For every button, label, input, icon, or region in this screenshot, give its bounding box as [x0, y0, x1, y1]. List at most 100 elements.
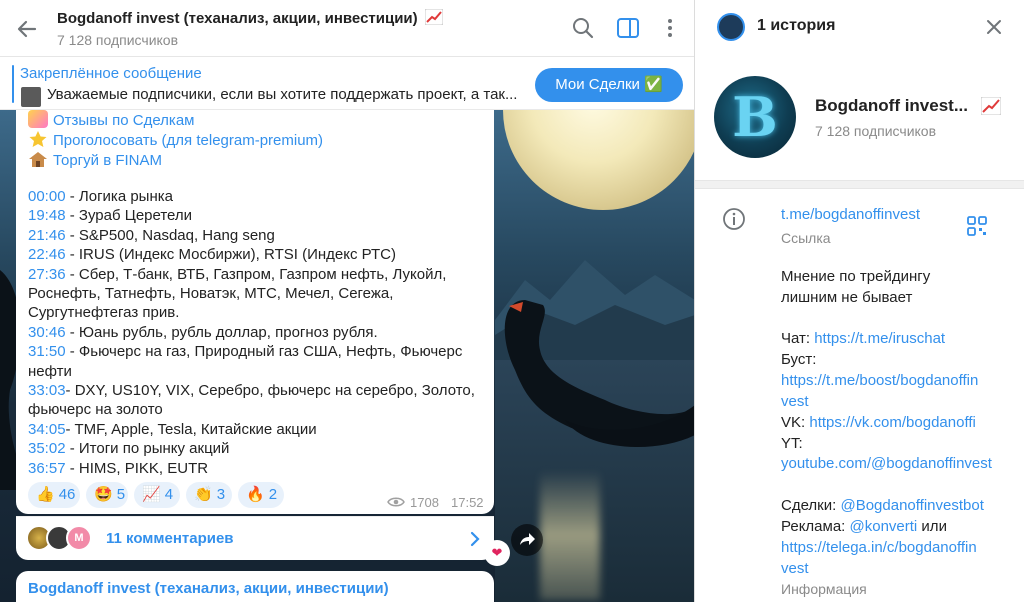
reaction-thumbs-up[interactable]: 👍 46	[28, 482, 80, 508]
info-line: VK: https://vk.com/bogdanoffi	[781, 414, 976, 431]
info-line-link[interactable]: vest	[781, 393, 809, 410]
timecode-link[interactable]: 31:50	[28, 343, 66, 360]
info-line: Чат: https://t.me/iruschat	[781, 330, 945, 347]
chevron-right-icon	[470, 531, 480, 547]
timecode-text: Роснефть, Татнефть, Новатэк, МТС, Мечел,…	[28, 285, 394, 302]
timecode-link[interactable]: 00:00	[28, 188, 66, 205]
timecode-link[interactable]: 36:57	[28, 460, 66, 477]
timecode-line: 33:03- DXY, US10Y, VIX, Серебро, фьючерс…	[28, 382, 475, 399]
qr-code-icon[interactable]	[967, 216, 987, 236]
timecode-separator: -	[65, 265, 79, 283]
chat-subscribers: 7 128 подписчиков	[57, 32, 179, 48]
story-avatar[interactable]	[717, 13, 745, 41]
link-row-reviews[interactable]: Отзывы по Сделкам	[28, 110, 194, 129]
timecode-link[interactable]: 27:36	[28, 266, 66, 283]
reaction-count: 46	[58, 486, 76, 503]
info-line-link[interactable]: https://t.me/boost/bogdanoffin	[781, 372, 978, 389]
info-line-link[interactable]: https://telega.in/c/bogdanoffin	[781, 539, 977, 556]
reaction-count: 2	[268, 486, 278, 503]
comments-bar[interactable]: M 11 комментариев	[16, 516, 494, 560]
description-line: лишним не бывает	[781, 289, 913, 306]
channel-avatar-letter: B	[732, 85, 778, 149]
info-line-label: Буст:	[781, 350, 817, 368]
description-line: Мнение по трейдингу	[781, 268, 931, 285]
reaction-star-struck[interactable]: 🤩 5	[86, 482, 128, 508]
back-arrow-icon[interactable]	[13, 15, 41, 43]
timecode-link[interactable]: 34:05	[28, 421, 66, 438]
info-line: https://t.me/boost/bogdanoffin	[781, 372, 978, 389]
timecode-text: Сургутнефтегаз прив.	[28, 304, 180, 322]
star-struck-icon: 🤩	[94, 486, 113, 503]
chart-increasing-emoji-icon	[424, 8, 444, 26]
reaction-clap[interactable]: 👏 3	[186, 482, 232, 508]
chat-header: Bogdanoff invest (теханализ, акции, инве…	[0, 0, 694, 57]
timecode-link[interactable]: 19:48	[28, 207, 66, 224]
timecode-link[interactable]: 35:02	[28, 440, 66, 457]
channel-name: Bogdanoff invest...	[815, 96, 968, 115]
channel-subscribers: 7 128 подписчиков	[815, 123, 937, 139]
share-forward-icon[interactable]	[511, 524, 543, 556]
views-eye-icon	[387, 497, 405, 507]
pinned-title: Закреплённое сообщение	[20, 65, 202, 82]
channel-avatar[interactable]: B	[714, 76, 796, 158]
info-line-label: VK:	[781, 413, 810, 431]
timecode-separator: -	[65, 440, 79, 458]
info-line-link[interactable]: @Bogdanoffinvestbot	[840, 497, 983, 514]
pinned-action-button[interactable]: Мои Сделки ✅	[535, 68, 683, 102]
timecode-line: 00:00 - Логика рынка	[28, 188, 173, 205]
link-row-vote[interactable]: Проголосовать (для telegram-premium)	[28, 130, 323, 149]
message-bubble: Отзывы по Сделкам Проголосовать (для tel…	[16, 110, 494, 514]
timecode-line: нефти	[28, 363, 72, 380]
sidebar-toggle-icon[interactable]	[615, 15, 641, 41]
chat-title[interactable]: Bogdanoff invest (теханализ, акции, инве…	[57, 8, 444, 27]
close-icon[interactable]	[983, 16, 1005, 38]
chat-area: Bogdanoff invest (теханализ, акции, инве…	[0, 0, 694, 602]
commenter-avatar: M	[66, 525, 92, 551]
more-vertical-icon[interactable]	[657, 15, 683, 41]
timecode-line: 31:50 - Фьючерс на газ, Природный газ СШ…	[28, 343, 462, 360]
channel-link-label: Ссылка	[781, 230, 831, 246]
timecode-link[interactable]: 22:46	[28, 246, 66, 263]
timecode-text: нефти	[28, 362, 72, 380]
timecode-line: фьючерс на золото	[28, 401, 163, 418]
pinned-thumbnail	[21, 87, 41, 107]
info-line-link[interactable]: youtube.com/@bogdanoffinvest	[781, 455, 992, 472]
info-line-link[interactable]: @konverti	[850, 518, 918, 535]
heart-reaction-badge[interactable]: ❤	[484, 540, 510, 566]
reaction-chart[interactable]: 📈 4	[134, 482, 180, 508]
timecode-line: Сургутнефтегаз прив.	[28, 304, 179, 321]
star-emoji-icon	[29, 131, 47, 147]
timecode-text: фьючерс на золото	[28, 401, 163, 419]
info-line-link[interactable]: vest	[781, 560, 809, 577]
next-message-author[interactable]: Bogdanoff invest (теханализ, акции, инве…	[28, 580, 389, 597]
chart-increasing-icon: 📈	[142, 486, 161, 503]
info-line-label: Реклама:	[781, 518, 850, 536]
timecode-link[interactable]: 21:46	[28, 227, 66, 244]
timecode-separator: -	[65, 207, 79, 225]
info-line-label: YT:	[781, 434, 803, 452]
info-icon	[723, 208, 745, 230]
timecode-separator: -	[65, 343, 79, 361]
link-row-finam[interactable]: Торгуй в FINAM	[28, 150, 162, 169]
info-line: youtube.com/@bogdanoffinvest	[781, 455, 992, 472]
timecode-text: IRUS (Индекс Мосбиржи), RTSI (Индекс РТС…	[78, 246, 396, 264]
reviews-link[interactable]: Отзывы по Сделкам	[53, 112, 194, 129]
search-icon[interactable]	[570, 15, 596, 41]
vote-link[interactable]: Проголосовать (для telegram-premium)	[53, 132, 323, 149]
info-line-link[interactable]: https://t.me/iruschat	[814, 330, 945, 347]
moon-illustration	[503, 110, 694, 210]
black-swan-illustration	[504, 300, 694, 447]
finam-link[interactable]: Торгуй в FINAM	[53, 152, 162, 169]
timecode-link[interactable]: 33:03	[28, 382, 66, 399]
comments-count: 11 комментариев	[106, 530, 234, 547]
channel-link[interactable]: t.me/bogdanoffinvest	[781, 206, 920, 223]
timecode-link[interactable]: 30:46	[28, 324, 66, 341]
timecode-text: Зураб Церетели	[78, 207, 193, 225]
info-line-label: Чат:	[781, 330, 815, 347]
info-line: Сделки: @Bogdanoffinvestbot	[781, 497, 984, 514]
moon-reflection	[540, 470, 600, 600]
reaction-count: 4	[164, 486, 174, 503]
info-line-link[interactable]: https://vk.com/bogdanoffi	[809, 414, 976, 431]
story-title[interactable]: 1 история	[757, 17, 835, 35]
reaction-fire[interactable]: 🔥 2	[238, 482, 284, 508]
